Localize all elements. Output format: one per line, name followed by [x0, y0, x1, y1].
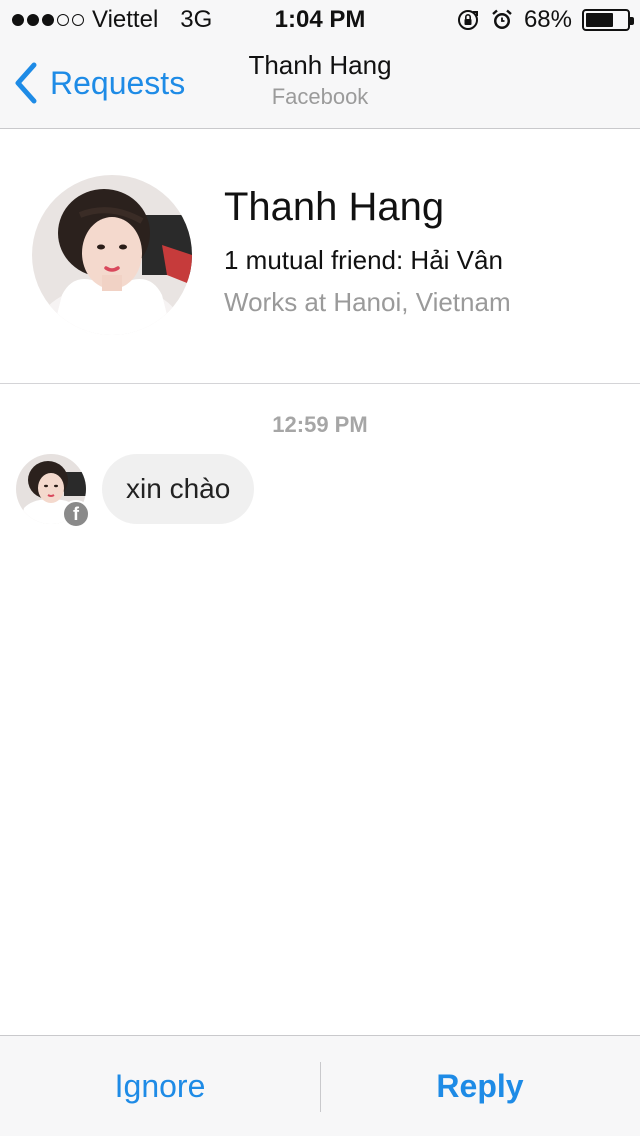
profile-name: Thanh Hang [224, 185, 445, 229]
reply-button[interactable]: Reply [320, 1036, 640, 1136]
message-timestamp: 12:59 PM [272, 412, 368, 437]
request-action-bar: Ignore Reply [0, 1035, 640, 1136]
ignore-button[interactable]: Ignore [0, 1036, 320, 1136]
profile-avatar[interactable] [32, 175, 192, 335]
profile-work: Works at Hanoi, Vietnam [224, 287, 511, 317]
battery-percent: 68% [523, 6, 572, 33]
message-text: xin chào [126, 473, 231, 504]
status-right: 68% [456, 6, 634, 34]
profile-header: Thanh Hang 1 mutual friend: Hải Vân Work… [0, 129, 640, 384]
navigation-bar: Requests Thanh Hang Facebook [0, 40, 640, 128]
top-bar: Viettel 3G 1:04 PM 68% Requests Thanh Ha… [0, 0, 640, 129]
battery-icon [582, 9, 634, 31]
rotation-lock-icon [457, 10, 478, 30]
message-bubble[interactable]: xin chào [102, 454, 255, 524]
nav-subtitle: Facebook [271, 84, 369, 109]
alarm-icon [492, 9, 512, 29]
status-bar: Viettel 3G 1:04 PM 68% [0, 0, 640, 40]
facebook-icon: f [62, 500, 90, 528]
nav-title: Thanh Hang [248, 50, 392, 80]
mutual-friends: 1 mutual friend: Hải Vân [224, 245, 503, 275]
